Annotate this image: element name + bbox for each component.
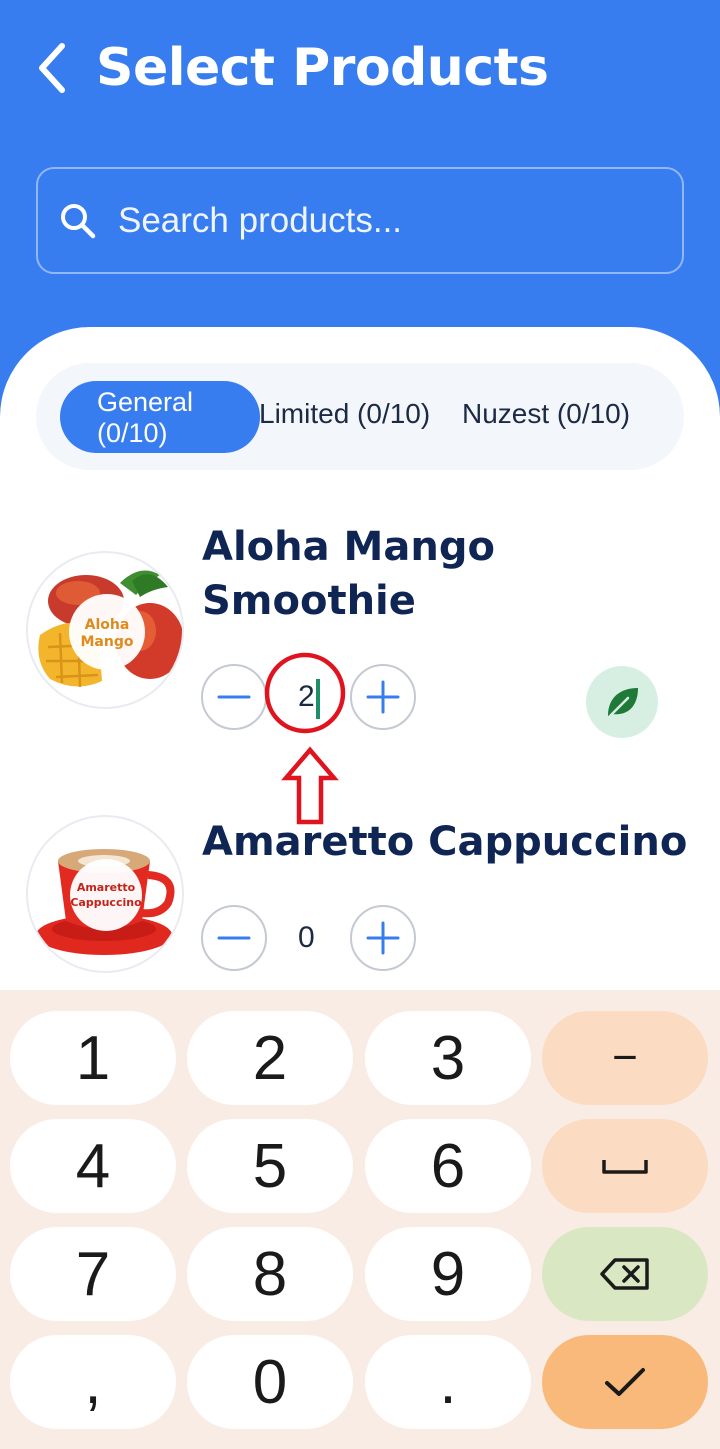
space-icon (602, 1160, 648, 1174)
increase-button[interactable] (350, 905, 416, 971)
quantity-value: 0 (298, 921, 315, 954)
key-2[interactable]: 2 (187, 1011, 353, 1105)
key-done[interactable] (542, 1335, 708, 1429)
vegan-badge (586, 666, 658, 738)
product-image-aloha-mango: Aloha Mango (26, 551, 184, 709)
key-1[interactable]: 1 (10, 1011, 176, 1105)
quantity-input[interactable]: 0 (298, 921, 315, 955)
plus-icon (366, 921, 400, 955)
key-6[interactable]: 6 (365, 1119, 531, 1213)
tab-general[interactable]: General (0/10) (60, 381, 260, 453)
decrease-button[interactable] (201, 905, 267, 971)
key-minus[interactable]: − (542, 1011, 708, 1105)
svg-text:Amaretto: Amaretto (77, 881, 136, 894)
key-8[interactable]: 8 (187, 1227, 353, 1321)
key-space[interactable] (542, 1119, 708, 1213)
chevron-left-icon (39, 43, 65, 93)
product-image-amaretto-cappuccino: Amaretto Cappuccino (26, 815, 184, 973)
svg-text:Mango: Mango (81, 634, 134, 650)
back-button[interactable] (28, 38, 76, 98)
key-7[interactable]: 7 (10, 1227, 176, 1321)
key-period[interactable]: . (365, 1335, 531, 1429)
minus-icon (217, 936, 251, 940)
key-backspace[interactable] (542, 1227, 708, 1321)
product-name: Aloha Mango Smoothie (202, 524, 495, 624)
product-name: Amaretto Cappuccino (202, 819, 688, 865)
backspace-icon (600, 1258, 649, 1290)
search-input[interactable]: Search products... (36, 167, 684, 274)
key-0[interactable]: 0 (187, 1335, 353, 1429)
search-placeholder: Search products... (118, 200, 403, 240)
key-5[interactable]: 5 (187, 1119, 353, 1213)
page-title: Select Products (96, 38, 549, 98)
plus-icon (366, 680, 400, 714)
key-3[interactable]: 3 (365, 1011, 531, 1105)
quantity-input[interactable]: 2 (298, 680, 315, 714)
key-9[interactable]: 9 (365, 1227, 531, 1321)
svg-text:Aloha: Aloha (85, 617, 130, 633)
increase-button[interactable] (350, 664, 416, 730)
decrease-button[interactable] (201, 664, 267, 730)
search-icon (61, 203, 96, 238)
quantity-value: 2 (298, 680, 315, 713)
text-cursor (316, 679, 320, 719)
tab-nuzest[interactable]: Nuzest (0/10) (462, 398, 630, 430)
check-icon (605, 1368, 645, 1396)
tab-limited[interactable]: Limited (0/10) (259, 398, 430, 430)
key-4[interactable]: 4 (10, 1119, 176, 1213)
minus-icon (217, 695, 251, 699)
leaf-icon (608, 688, 638, 718)
key-comma[interactable]: , (10, 1335, 176, 1429)
svg-text:Cappuccino: Cappuccino (70, 896, 142, 909)
